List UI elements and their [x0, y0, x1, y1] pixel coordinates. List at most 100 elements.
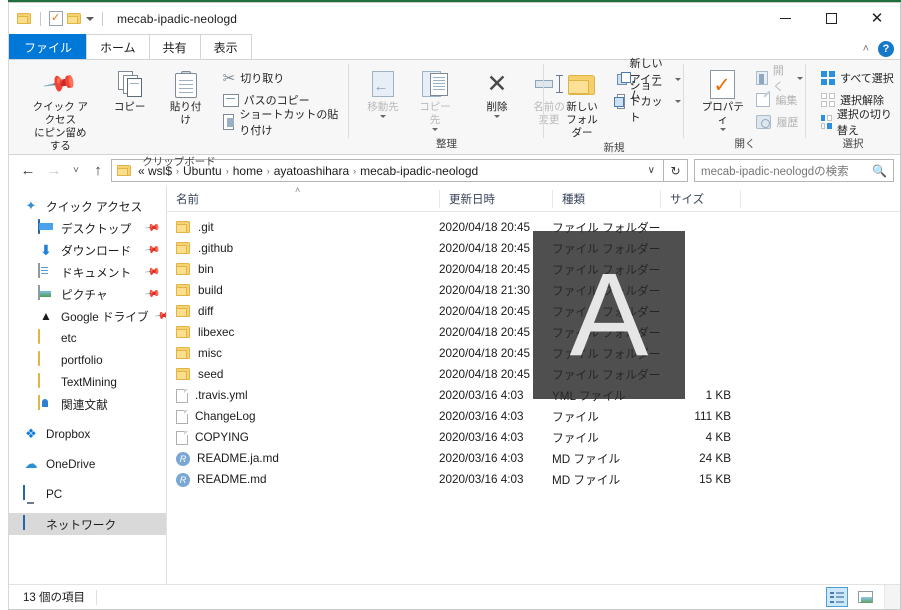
breadcrumb-current[interactable]: mecab-ipadic-neologd — [357, 164, 481, 178]
new-folder-icon[interactable] — [67, 12, 82, 25]
file-name-cell[interactable]: ChangeLog — [167, 409, 439, 424]
column-extra[interactable] — [740, 189, 900, 208]
navigation-pane[interactable]: ✦ クイック アクセス デスクトップ 📌 ⬇ ダウンロード 📌 ドキュメント 📌… — [9, 186, 167, 584]
search-icon[interactable]: 🔍 — [872, 164, 887, 178]
minimize-button[interactable] — [762, 3, 808, 34]
sidebar-item-quick-access[interactable]: ✦ クイック アクセス — [9, 195, 166, 217]
column-name[interactable]: 名前 — [167, 190, 439, 208]
cut-button[interactable]: ✂ 切り取り — [220, 67, 349, 89]
file-name-cell[interactable]: .github — [167, 242, 439, 255]
sidebar-item-onedrive[interactable]: ☁ OneDrive — [9, 453, 166, 475]
tab-file[interactable]: ファイル — [9, 34, 88, 59]
sidebar-item-portfolio[interactable]: portfolio — [9, 349, 166, 371]
new-folder-button[interactable]: 新しい フォルダー — [556, 65, 608, 140]
select-all-button[interactable]: すべて選択 — [818, 67, 900, 89]
address-dropdown-icon[interactable]: ∨ — [643, 165, 660, 176]
help-icon[interactable]: ? — [878, 41, 894, 57]
tab-share[interactable]: 共有 — [148, 34, 201, 59]
paste-button[interactable]: 貼り付け — [160, 65, 212, 127]
pin-icon[interactable]: 📌 — [143, 286, 160, 302]
table-row[interactable]: .git 2020/04/18 20:45 ファイル フォルダー — [167, 217, 900, 238]
sidebar-item-downloads[interactable]: ⬇ ダウンロード 📌 — [9, 239, 166, 261]
pin-icon[interactable]: 📌 — [143, 242, 160, 258]
pin-icon[interactable]: 📌 — [143, 264, 160, 280]
sidebar-item-pc[interactable]: PC — [9, 483, 166, 505]
close-button[interactable]: ✕ — [854, 3, 900, 34]
copy-button[interactable]: コピー — [104, 65, 156, 114]
file-name-cell[interactable]: R README.md — [167, 472, 439, 487]
file-name-cell[interactable]: seed — [167, 368, 439, 381]
edit-button[interactable]: 編集 — [753, 89, 806, 111]
paste-shortcut-button[interactable]: ショートカットの貼り付け — [220, 109, 349, 137]
column-date-modified[interactable]: 更新日時 — [439, 189, 552, 208]
file-name-cell[interactable]: .travis.yml — [167, 388, 439, 403]
sidebar-item-documents[interactable]: ドキュメント 📌 — [9, 261, 166, 283]
details-view-button[interactable] — [826, 587, 848, 607]
sidebar-item-pictures[interactable]: ピクチャ 📌 — [9, 283, 166, 305]
table-row[interactable]: COPYING 2020/03/16 4:03 ファイル 4 KB — [167, 427, 900, 448]
file-type-cell: ファイル フォルダー — [552, 243, 661, 256]
file-name-cell[interactable]: R README.ja.md — [167, 451, 439, 466]
properties-button[interactable]: ✓ プロパティ — [694, 65, 751, 132]
file-name-cell[interactable]: COPYING — [167, 430, 439, 445]
sidebar-item-dropbox[interactable]: ❖ Dropbox — [9, 423, 166, 445]
table-row[interactable]: diff 2020/04/18 20:45 ファイル フォルダー — [167, 301, 900, 322]
open-button[interactable]: 開く — [753, 65, 806, 93]
chevron-down-icon[interactable] — [675, 77, 681, 81]
invert-selection-button[interactable]: 選択の切り替え — [818, 109, 900, 137]
table-row[interactable]: libexec 2020/04/18 20:45 ファイル フォルダー — [167, 322, 900, 343]
sidebar-item-label: Google ドライブ — [61, 310, 149, 324]
properties-icon[interactable]: ✓ — [49, 11, 63, 26]
column-type[interactable]: 種類 — [552, 189, 660, 208]
sidebar-item-textmining[interactable]: TextMining — [9, 371, 166, 393]
table-row[interactable]: ChangeLog 2020/03/16 4:03 ファイル 111 KB — [167, 406, 900, 427]
large-icons-view-button[interactable] — [854, 587, 876, 607]
file-name-cell[interactable]: bin — [167, 263, 439, 276]
file-date-cell: 2020/04/18 20:45 — [439, 221, 530, 234]
table-row[interactable]: seed 2020/04/18 20:45 ファイル フォルダー — [167, 364, 900, 385]
chevron-down-icon[interactable] — [797, 76, 803, 80]
sidebar-item-google-drive[interactable]: ▲ Google ドライブ 📌 — [9, 305, 166, 327]
pin-icon[interactable]: 📌 — [154, 308, 166, 324]
table-row[interactable]: R README.md 2020/03/16 4:03 MD ファイル 15 KB — [167, 469, 900, 490]
table-row[interactable]: misc 2020/04/18 20:45 ファイル フォルダー — [167, 343, 900, 364]
file-name-cell[interactable]: .git — [167, 221, 439, 234]
copy-to-button[interactable]: コピー先 — [409, 65, 461, 132]
sidebar-item-network[interactable]: ネットワーク — [9, 513, 166, 535]
table-row[interactable]: build 2020/04/18 21:30 ファイル フォルダー — [167, 280, 900, 301]
file-name-cell[interactable]: libexec — [167, 326, 439, 339]
file-date-cell: 2020/03/16 4:03 — [439, 410, 524, 423]
folder-icon[interactable] — [17, 12, 32, 25]
sidebar-item-related-docs[interactable]: 関連文献 — [9, 393, 166, 415]
search-input[interactable]: mecab-ipadic-neologdの検索 🔍 — [694, 159, 894, 182]
file-name-cell[interactable]: diff — [167, 305, 439, 318]
pin-icon[interactable]: 📌 — [143, 220, 160, 236]
file-rows[interactable]: .git 2020/04/18 20:45 ファイル フォルダー .github… — [167, 212, 900, 584]
move-to-button[interactable]: ← 移動先 — [357, 65, 409, 119]
column-size[interactable]: サイズ — [660, 189, 740, 208]
maximize-button[interactable] — [808, 3, 854, 34]
file-date-cell: 2020/04/18 20:45 — [439, 368, 530, 381]
chevron-down-icon[interactable] — [675, 99, 681, 103]
tab-home[interactable]: ホーム — [86, 34, 150, 59]
history-button[interactable]: 履歴 — [753, 111, 806, 133]
file-name-cell[interactable]: build — [167, 284, 439, 297]
delete-button[interactable]: ✕ 削除 — [471, 65, 523, 119]
table-row[interactable]: R README.ja.md 2020/03/16 4:03 MD ファイル 24… — [167, 448, 900, 469]
table-row[interactable]: .github 2020/04/18 20:45 ファイル フォルダー — [167, 238, 900, 259]
file-name-cell[interactable]: misc — [167, 347, 439, 360]
new-shortcut-button[interactable]: ショートカット — [614, 80, 684, 124]
select-all-label: すべて選択 — [840, 73, 894, 85]
table-row[interactable]: .travis.yml 2020/03/16 4:03 YML ファイル 1 K… — [167, 385, 900, 406]
sidebar-item-desktop[interactable]: デスクトップ 📌 — [9, 217, 166, 239]
pin-to-quick-access-button[interactable]: 📌 クイック アクセス にピン留めする — [23, 65, 98, 154]
shortcut-label: ショートカット — [629, 80, 663, 124]
file-name: .git — [198, 221, 214, 234]
chevron-up-icon[interactable]: ˄ — [863, 43, 869, 55]
sidebar-item-etc[interactable]: etc — [9, 327, 166, 349]
table-row[interactable]: bin 2020/04/18 20:45 ファイル フォルダー — [167, 259, 900, 280]
tab-view[interactable]: 表示 — [199, 34, 252, 59]
chevron-down-icon[interactable] — [86, 16, 94, 21]
refresh-button[interactable]: ↻ — [664, 159, 688, 182]
